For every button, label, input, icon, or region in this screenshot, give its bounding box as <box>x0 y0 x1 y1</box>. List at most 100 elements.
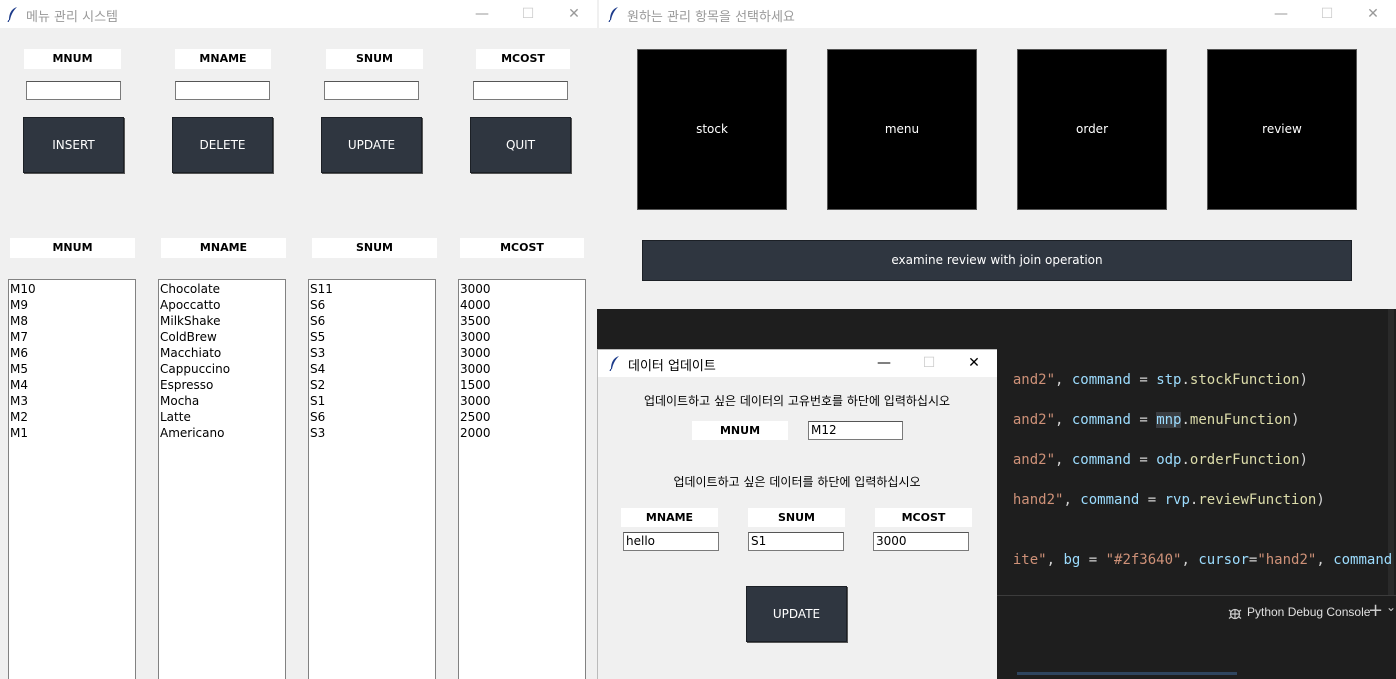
minimize-button[interactable]: — <box>1258 0 1304 28</box>
review-tile[interactable]: review <box>1207 49 1357 210</box>
mname-listbox[interactable]: Chocolate Apoccatto MilkShake ColdBrew Macch… <box>158 279 286 679</box>
mcost-listbox[interactable]: 3000 4000 3500 3000 3000 3000 1500 3000 2500 2000 <box>458 279 586 679</box>
title-bar[interactable]: 원하는 관리 항목을 선택하세요 — ☐ ✕ <box>599 0 1396 28</box>
list-item[interactable]: S2 <box>310 377 435 393</box>
minimize-button[interactable]: — <box>861 350 907 378</box>
snum-input[interactable] <box>324 81 419 100</box>
menu-management-window: 메뉴 관리 시스템 — ☐ ✕ MNUM MNAME SNUM MCOST IN… <box>0 0 597 679</box>
mcost-label: MCOST <box>476 49 570 69</box>
list-item[interactable]: S1 <box>310 393 435 409</box>
mname-input[interactable]: hello <box>623 532 719 551</box>
list-item[interactable]: Latte <box>160 409 285 425</box>
code-line-3: and2", command = odp.orderFunction) <box>1012 452 1308 468</box>
feather-icon <box>7 7 17 22</box>
window-title: 메뉴 관리 시스템 <box>26 10 118 25</box>
chevron-down-icon[interactable]: ⌄ <box>1386 600 1396 614</box>
maximize-button[interactable]: ☐ <box>1304 0 1350 28</box>
list-item[interactable]: Cappuccino <box>160 361 285 377</box>
select-management-window: 원하는 관리 항목을 선택하세요 — ☐ ✕ stock menu order … <box>599 0 1396 309</box>
list-item[interactable]: M2 <box>10 409 135 425</box>
data-update-dialog: 데이터 업데이트 — ☐ ✕ 업데이트하고 싶은 데이터의 고유번호를 하단에 … <box>597 349 997 679</box>
list-item[interactable]: Chocolate <box>160 281 285 297</box>
list-item[interactable]: S6 <box>310 409 435 425</box>
snum-input[interactable]: S1 <box>748 532 844 551</box>
list-item[interactable]: S11 <box>310 281 435 297</box>
list-item[interactable]: M3 <box>10 393 135 409</box>
key-mnum-input[interactable]: M12 <box>808 421 903 440</box>
list-item[interactable]: 2500 <box>460 409 585 425</box>
mcost-list-header: MCOST <box>460 238 584 258</box>
list-item[interactable]: M7 <box>10 329 135 345</box>
examine-review-join-button[interactable]: examine review with join operation <box>642 240 1352 281</box>
list-item[interactable]: 3000 <box>460 345 585 361</box>
list-item[interactable]: 3000 <box>460 329 585 345</box>
snum-list-header: SNUM <box>312 238 437 258</box>
list-item[interactable]: Americano <box>160 425 285 441</box>
mcost-input[interactable]: 3000 <box>873 532 969 551</box>
snum-label: SNUM <box>748 508 845 527</box>
maximize-button[interactable]: ☐ <box>906 350 952 378</box>
list-item[interactable]: M1 <box>10 425 135 441</box>
list-item[interactable]: M4 <box>10 377 135 393</box>
list-item[interactable]: S4 <box>310 361 435 377</box>
mnum-input[interactable] <box>26 81 121 100</box>
order-tile[interactable]: order <box>1017 49 1167 210</box>
update-button[interactable]: UPDATE <box>321 117 422 173</box>
list-item[interactable]: Mocha <box>160 393 285 409</box>
window-title: 원하는 관리 항목을 선택하세요 <box>627 10 795 25</box>
minimize-button[interactable]: — <box>459 0 505 28</box>
quit-button[interactable]: QUIT <box>470 117 571 173</box>
snum-label: SNUM <box>326 49 423 69</box>
mnum-label: MNUM <box>24 49 121 69</box>
list-item[interactable]: MilkShake <box>160 313 285 329</box>
dialog-update-button[interactable]: UPDATE <box>746 586 847 642</box>
python-debug-console-tab[interactable]: Python Debug Console <box>1247 605 1370 619</box>
data-instruction: 업데이트하고 싶은 데이터를 하단에 입력하십시오 <box>673 475 921 489</box>
delete-button[interactable]: DELETE <box>172 117 273 173</box>
maximize-button[interactable]: ☐ <box>505 0 551 28</box>
list-item[interactable]: M9 <box>10 297 135 313</box>
close-button[interactable]: ✕ <box>951 350 997 378</box>
list-item[interactable]: M5 <box>10 361 135 377</box>
new-terminal-icon[interactable]: + <box>1368 600 1383 621</box>
snum-listbox[interactable]: S11 S6 S6 S5 S3 S4 S2 S1 S6 S3 <box>308 279 436 679</box>
terminal-text-fragment <box>1017 672 1237 675</box>
list-item[interactable]: S5 <box>310 329 435 345</box>
mnum-listbox[interactable]: M10 M9 M8 M7 M6 M5 M4 M3 M2 M1 <box>8 279 136 679</box>
menu-tile[interactable]: menu <box>827 49 977 210</box>
list-item[interactable]: 3000 <box>460 393 585 409</box>
list-item[interactable]: S6 <box>310 297 435 313</box>
close-button[interactable]: ✕ <box>551 0 597 28</box>
close-button[interactable]: ✕ <box>1350 0 1396 28</box>
dialog-title: 데이터 업데이트 <box>628 359 716 374</box>
mname-input[interactable] <box>175 81 270 100</box>
insert-button[interactable]: INSERT <box>23 117 124 173</box>
list-item[interactable]: M8 <box>10 313 135 329</box>
title-bar[interactable]: 메뉴 관리 시스템 — ☐ ✕ <box>0 0 597 28</box>
title-bar[interactable]: 데이터 업데이트 — ☐ ✕ <box>598 350 997 377</box>
stock-tile[interactable]: stock <box>637 49 787 210</box>
list-item[interactable]: S3 <box>310 425 435 441</box>
list-item[interactable]: S6 <box>310 313 435 329</box>
list-item[interactable]: S3 <box>310 345 435 361</box>
mnum-list-header: MNUM <box>10 238 135 258</box>
list-item[interactable]: 3000 <box>460 361 585 377</box>
list-item[interactable]: Macchiato <box>160 345 285 361</box>
code-line-1: and2", command = stp.stockFunction) <box>1012 372 1308 388</box>
list-item[interactable]: ColdBrew <box>160 329 285 345</box>
mcost-label: MCOST <box>875 508 972 527</box>
list-item[interactable]: M10 <box>10 281 135 297</box>
list-item[interactable]: 4000 <box>460 297 585 313</box>
mcost-input[interactable] <box>473 81 568 100</box>
feather-icon <box>609 356 619 371</box>
list-item[interactable]: 2000 <box>460 425 585 441</box>
list-item[interactable]: Apoccatto <box>160 297 285 313</box>
list-item[interactable]: 1500 <box>460 377 585 393</box>
mname-label: MNAME <box>175 49 271 69</box>
list-item[interactable]: M6 <box>10 345 135 361</box>
list-item[interactable]: Espresso <box>160 377 285 393</box>
list-item[interactable]: 3500 <box>460 313 585 329</box>
code-line-5: ite", bg = "#2f3640", cursor="hand2", co… <box>1012 552 1393 568</box>
list-item[interactable]: 3000 <box>460 281 585 297</box>
feather-icon <box>608 7 618 22</box>
